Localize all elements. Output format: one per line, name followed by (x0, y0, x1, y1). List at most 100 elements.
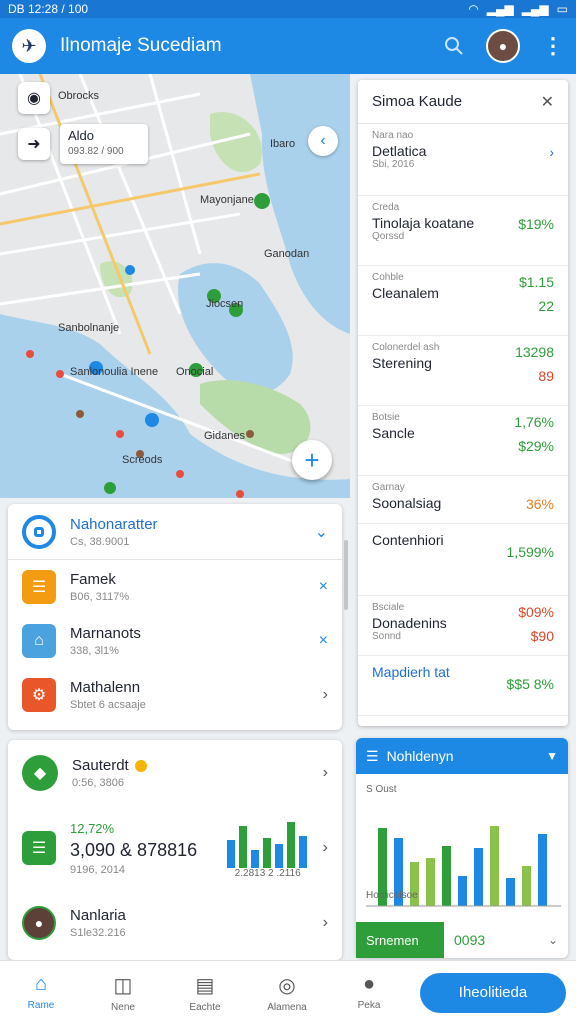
remove-icon[interactable]: × (319, 578, 328, 596)
chart-label: S Oust (366, 784, 397, 795)
zoom-in-button[interactable]: + (292, 440, 332, 480)
panel-row-value-2: 89 (538, 368, 554, 384)
chevron-right-icon[interactable]: › (549, 144, 554, 160)
summary-row-1[interactable]: ◆ Sauterdt 0:56, 3806 › (8, 740, 342, 806)
chevron-down-icon[interactable]: ▼ (546, 749, 558, 763)
map-label: Onocial (176, 366, 214, 378)
remove-icon[interactable]: × (319, 632, 328, 650)
nav-label: Eachte (189, 1001, 221, 1013)
panel-row-label: Creda (372, 202, 400, 213)
category-card-header[interactable]: Nahonaratter Cs, 38.9001 ⌄ (8, 504, 342, 560)
scrollbar[interactable] (344, 540, 348, 610)
panel-row-sub: Qorssd (372, 231, 405, 242)
map-navigate-button[interactable]: ➜ (18, 128, 50, 160)
panel-row[interactable]: DantentlanRsatlelas$4.8%$.1/3% (358, 716, 568, 726)
nav-item[interactable]: ▤ Eachte (164, 973, 246, 1013)
panel-row[interactable]: Cohble Cleanalem $1.15 22 (358, 266, 568, 336)
status-bar: DB 12:28 / 100 ◠ ▂▄▆ ▂▄▆ ▭ (0, 0, 576, 18)
app-logo-icon[interactable]: ✈ (12, 29, 46, 63)
list-item-title: Marnanots (70, 625, 141, 642)
panel-row-value: $19% (518, 216, 554, 232)
summary-row-sub: S1le32.216 (70, 927, 126, 939)
panel-row-value: 13298 (515, 344, 554, 360)
collapse-map-button[interactable]: ‹ (308, 126, 338, 156)
mini-bar (238, 825, 247, 868)
chevron-right-icon[interactable]: › (323, 914, 328, 932)
panel-row[interactable]: Mapdierh tat $$5 8% (358, 656, 568, 716)
chevron-down-icon[interactable]: ⌄ (315, 522, 328, 542)
chart-bar (474, 848, 483, 906)
chart-header[interactable]: ☰ Nohldenyn ▼ (356, 738, 568, 774)
nav-label: Alamena (267, 1001, 307, 1013)
chart-footer-value: 0093 (454, 932, 486, 948)
map-label: Gidanes (204, 430, 245, 442)
mini-bar (262, 837, 271, 868)
list-item[interactable]: ⌂ Marnanots 338, 3l1% × (8, 614, 342, 668)
menu-icon: ☰ (366, 747, 379, 764)
chart-bar (490, 826, 499, 906)
map-canvas (0, 74, 350, 498)
category-icon: ⚙ (22, 678, 56, 712)
metric-value: 3,090 & 878816 (70, 839, 198, 860)
nav-item[interactable]: ● Peka (328, 973, 410, 1013)
list-item[interactable]: ⚙ Mathalenn Sbtet 6 acsaaje › (8, 668, 342, 722)
app-bar: ✈ Ilnomaje Sucediam ● ⋮ (0, 18, 576, 74)
nav-item[interactable]: ◎ Alamena (246, 973, 328, 1013)
chevron-right-icon[interactable]: › (323, 764, 328, 782)
bottom-nav: ⌂ Rame ◫ Nene ▤ Eachte ◎ Alamena ● Peka Iheolitie… (0, 960, 576, 1024)
target-icon (22, 514, 56, 549)
panel-row[interactable]: Garnay Soonalsiag 36% (358, 476, 568, 524)
nav-icon: ◫ (113, 974, 133, 997)
map-label: Jiocsen (206, 298, 244, 310)
signal-icon: ▂▄▆ (486, 2, 514, 16)
panel-row[interactable]: Botsie Sancle 1,76% $29% (358, 406, 568, 476)
panel-row-label: Nara nao (372, 130, 414, 141)
nav-icon: ◎ (278, 974, 296, 997)
panel-row[interactable]: Contenhiori 1,599% (358, 524, 568, 596)
close-icon[interactable]: ✕ (541, 92, 554, 112)
map-label: Ganodan (264, 248, 310, 260)
list-item-sub: Sbtet 6 acsaaje (70, 699, 146, 711)
battery-icon: ▭ (556, 2, 568, 16)
chart-bar (442, 846, 451, 906)
map-view[interactable]: ◉ ➜ Aldo 093.82 / 900 ‹ + Obrocks Ibaro … (0, 74, 350, 498)
panel-row[interactable]: Creda Tinolaja koatane Qorssd $19% (358, 196, 568, 266)
panel-row[interactable]: Colonerdel ash Sterening 13298 89 (358, 336, 568, 406)
panel-row[interactable]: Bsciale Donadenins Sonnd $09% $90 (358, 596, 568, 656)
nav-label: Peka (357, 999, 381, 1011)
panel-row[interactable]: Nara nao Detlatica Sbi, 2016 › (358, 124, 568, 196)
chevron-right-icon[interactable]: › (323, 686, 328, 704)
primary-action-button[interactable]: Iheolitieda (420, 972, 566, 1013)
chevron-down-icon[interactable]: ⌄ (548, 933, 558, 947)
chart-footer[interactable]: Srnemen 0093 ⌄ (356, 922, 568, 958)
nav-label: Rame (27, 999, 55, 1011)
panel-row-sub: Sbi, 2016 (372, 159, 415, 170)
panel-row-label: Garnay (372, 482, 405, 493)
wifi-icon: ◠ (468, 2, 479, 16)
map-info-popup[interactable]: Aldo 093.82 / 900 (60, 124, 148, 164)
more-options-icon[interactable]: ⋮ (542, 33, 564, 59)
mini-bar (250, 849, 259, 868)
avatar[interactable]: ● (486, 29, 520, 63)
category-card: Nahonaratter Cs, 38.9001 ⌄ ☰ Famek B06, … (8, 504, 342, 730)
details-panel: Simoa Kaude ✕ Nara nao Detlatica Sbi, 2016… (358, 80, 568, 726)
summary-row-3[interactable]: ● Nanlaria S1le32.216 › (8, 890, 342, 956)
chart-title: Nohldenyn (386, 748, 454, 764)
map-label: Sanbolnanje (58, 322, 120, 334)
chart-card: ☰ Nohldenyn ▼ S Oust Hoolicolsoe Srnemen… (356, 738, 568, 958)
list-item[interactable]: ☰ Famek B06, 3117% × (8, 560, 342, 614)
status-time: DB 12:28 / 100 (8, 2, 89, 16)
nav-item[interactable]: ⌂ Rame (0, 973, 82, 1013)
app-title: Ilnomaje Sucediam (60, 35, 222, 56)
metric-row[interactable]: ☰ 12,72% 3,090 & 878816 9196, 2014 2.281… (8, 806, 342, 890)
map-layers-button[interactable]: ◉ (18, 82, 50, 114)
nav-icon: ⌂ (34, 972, 48, 995)
panel-row-value: $$5 8% (506, 676, 554, 692)
chart-bar (426, 858, 435, 906)
panel-row-title: Detlatica (372, 143, 427, 159)
leaf-icon: ◆ (22, 755, 58, 791)
chevron-right-icon[interactable]: › (323, 839, 328, 857)
panel-row-sub: Sonnd (372, 631, 401, 642)
nav-item[interactable]: ◫ Nene (82, 973, 164, 1013)
search-icon[interactable] (444, 36, 464, 56)
